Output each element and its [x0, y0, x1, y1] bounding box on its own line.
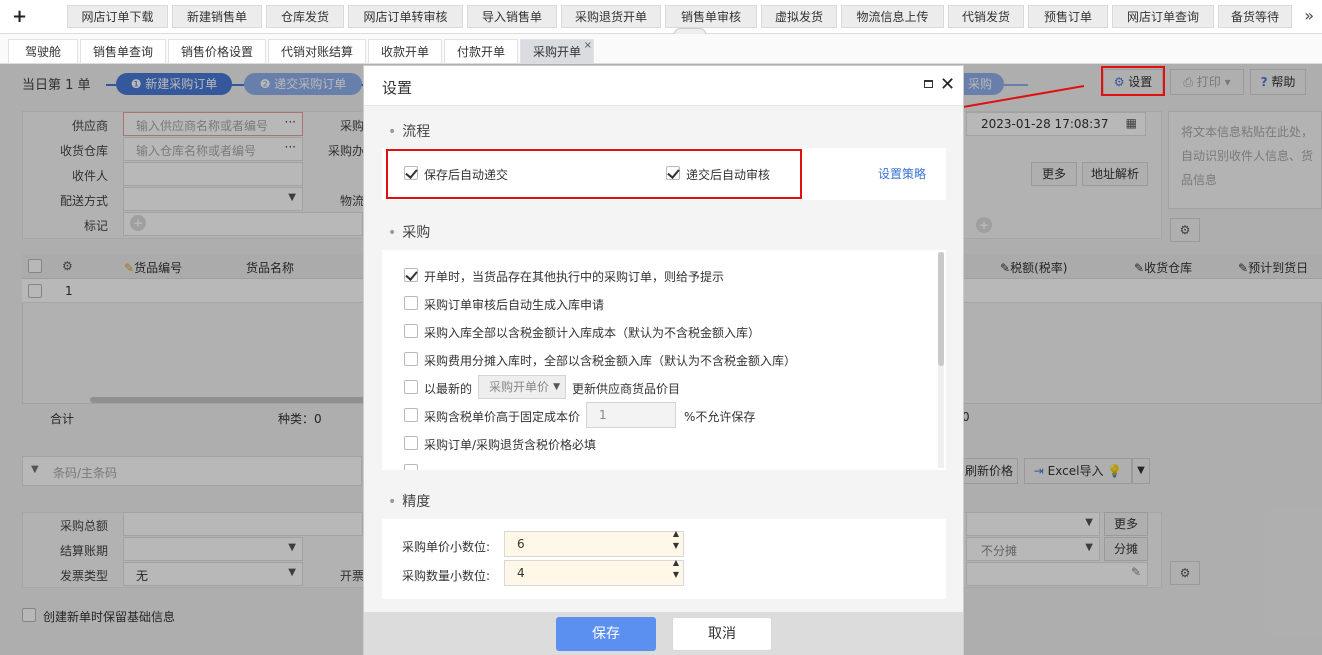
- settings-dialog: 设置 ✕ • 流程 保存后自动递交 递交后自动审核 设置策略 • 采购 开单时，当货…: [363, 65, 964, 655]
- purchase-option-checkbox[interactable]: [404, 296, 418, 310]
- price-decimals-value: 6: [517, 537, 525, 551]
- save-button[interactable]: 保存: [556, 617, 656, 651]
- purchase-option-label: 采购费用分摊入库时，全部以含税金额入库（默认为不含税金额入库）: [424, 354, 797, 368]
- purchase-option-label: 开单时，当货品存在其他执行中的采购订单，则给予提示: [424, 270, 725, 284]
- latest-price-select[interactable]: 采购开单价 ▼: [478, 375, 566, 399]
- required-price-checkbox[interactable]: [404, 436, 418, 450]
- cancel-button[interactable]: 取消: [672, 617, 772, 651]
- purchase-option-label: 采购订单审核后自动生成入库申请: [424, 298, 605, 312]
- section-purchase-title: • 采购: [388, 225, 431, 241]
- section-purchase-label: 采购: [402, 225, 431, 241]
- section-flow-title: • 流程: [388, 124, 431, 140]
- caret-down-icon: ▼: [553, 382, 560, 392]
- purchase-option-checkbox[interactable]: [404, 352, 418, 366]
- section-precision-label: 精度: [402, 494, 431, 510]
- purchase-scroll-thumb[interactable]: [938, 252, 944, 366]
- close-icon[interactable]: ✕: [940, 74, 955, 95]
- section-precision-title: • 精度: [388, 494, 431, 510]
- section-flow-label: 流程: [402, 124, 431, 140]
- fixed-prefix: 采购含税单价高于固定成本价: [424, 410, 581, 424]
- qty-decimals-label: 采购数量小数位:: [402, 569, 491, 583]
- maximize-icon[interactable]: [924, 80, 933, 88]
- dialog-footer: 保存 取消: [364, 612, 963, 655]
- dialog-title: 设置: [382, 79, 413, 97]
- purchase-panel: 开单时，当货品存在其他执行中的采购订单，则给予提示 采购订单审核后自动生成入库申…: [382, 250, 946, 470]
- required-price-label: 采购订单/采购退货含税价格必填: [424, 438, 597, 452]
- price-decimals-input[interactable]: 6 ▲ ▼: [504, 528, 684, 557]
- purchase-option-checkbox[interactable]: [404, 464, 418, 470]
- annotation-box-flow: [386, 149, 802, 199]
- dialog-header: 设置 ✕: [364, 66, 963, 106]
- latest-select-value: 采购开单价: [489, 380, 550, 394]
- fixed-cost-checkbox[interactable]: [404, 408, 418, 422]
- precision-panel: 采购单价小数位: 6 ▲ ▼ 采购数量小数位: 4 ▲ ▼: [382, 519, 946, 599]
- price-decimals-label: 采购单价小数位:: [402, 540, 491, 554]
- latest-prefix: 以最新的: [424, 382, 473, 396]
- purchase-option-label: 采购入库全部以含税金额计入库成本（默认为不含税金额入库）: [424, 326, 761, 340]
- stepper-icon[interactable]: ▲ ▼: [673, 528, 679, 552]
- fixed-value: 1: [599, 408, 607, 422]
- purchase-option-checkbox[interactable]: [404, 324, 418, 338]
- purchase-option-checkbox[interactable]: [404, 268, 418, 282]
- latest-price-checkbox[interactable]: [404, 380, 418, 394]
- stepper-icon[interactable]: ▲ ▼: [673, 557, 679, 581]
- qty-decimals-input[interactable]: 4 ▲ ▼: [504, 557, 684, 586]
- fixed-suffix: %不允许保存: [684, 410, 756, 424]
- fixed-cost-input[interactable]: 1: [586, 402, 676, 428]
- latest-suffix: 更新供应商货品价目: [572, 382, 681, 396]
- qty-decimals-value: 4: [517, 566, 525, 580]
- set-strategy-link[interactable]: 设置策略: [878, 165, 926, 182]
